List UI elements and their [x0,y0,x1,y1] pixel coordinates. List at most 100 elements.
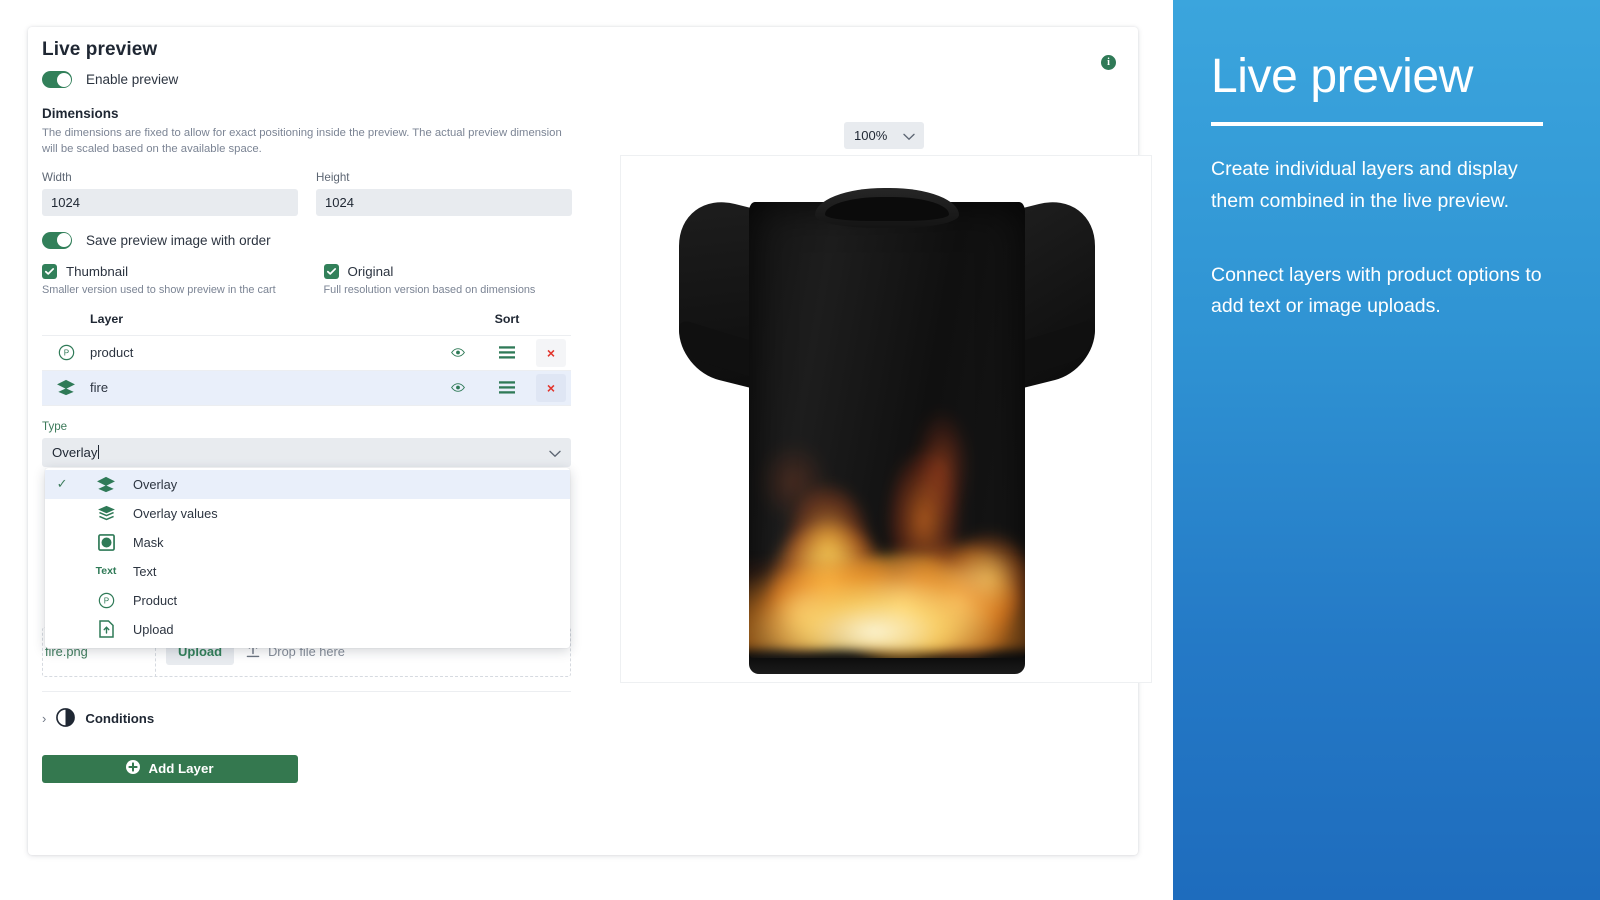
text-icon-label: Text [95,565,117,578]
original-checkbox[interactable] [323,263,339,279]
drag-handle-icon[interactable] [483,381,531,394]
conditions-section[interactable]: › Conditions [42,707,587,730]
zoom-select[interactable]: 100% [844,122,924,149]
original-group: Original Full resolution version based o… [323,263,588,296]
dropdown-option-label: Mask [133,534,164,550]
tshirt-shape [679,166,1095,674]
check-icon [44,267,55,275]
save-preview-toggle[interactable] [42,231,72,249]
chevron-right-icon: › [42,711,47,727]
mask-icon [79,533,133,551]
fire-base-glow [749,560,1025,650]
width-input[interactable]: 1024 [42,188,298,216]
delete-layer-cell: × [531,373,571,402]
enable-preview-toggle[interactable] [42,71,72,88]
product-circle-icon: P [79,592,133,609]
fire-overlay-layer [749,402,1025,660]
thumbnail-label: Thumbnail [66,263,129,279]
dimensions-fields: Width 1024 Height 1024 [42,171,587,216]
dropdown-option-product[interactable]: P Product [45,586,570,615]
header-sort: Sort [494,311,520,326]
tshirt-collar-inner [825,197,949,221]
height-input[interactable]: 1024 [316,188,572,216]
save-preview-row[interactable]: Save preview image with order [42,231,587,249]
width-field-group: Width 1024 [42,171,298,216]
toggle-knob [56,233,71,248]
tshirt-hem [749,658,1025,674]
svg-text:P: P [63,349,68,358]
dropdown-option-mask[interactable]: Mask [45,528,570,557]
contrast-icon [56,707,76,730]
layer-table-header: Layer Sort [42,312,571,336]
check-icon [326,267,336,275]
live-preview-card: i Live preview Enable preview Dimensions… [28,27,1152,855]
thumbnail-checkbox[interactable] [42,263,57,279]
save-preview-label: Save preview image with order [86,232,271,248]
dropdown-option-label: Upload [133,621,174,637]
thumbnail-row[interactable]: Thumbnail [42,263,306,279]
conditions-label: Conditions [85,711,155,727]
chevron-down-icon [903,129,915,144]
thumbnail-hint: Smaller version used to show preview in … [42,283,276,296]
svg-text:P: P [103,596,108,605]
layer-table: Layer Sort P product × fire × [42,312,571,406]
eye-icon[interactable] [433,382,483,393]
original-row[interactable]: Original [323,263,588,279]
chevron-down-icon [549,446,561,461]
delete-layer-cell: × [531,338,571,367]
promo-paragraph-1: Create individual layers and display the… [1211,158,1518,212]
dropdown-option-overlay[interactable]: ✓ Overlay [45,469,570,499]
drag-handle-icon[interactable] [483,346,531,359]
settings-column: Live preview Enable preview Dimensions T… [42,39,587,783]
text-icon: Text [79,565,133,577]
type-label: Type [42,419,68,433]
layers-filled-icon [79,476,133,493]
dropdown-option-overlay-values[interactable]: Overlay values [45,499,570,528]
width-label: Width [42,170,72,184]
type-select[interactable]: Overlay [42,437,571,467]
enable-preview-label: Enable preview [86,72,179,87]
layers-lines-icon [79,505,133,521]
original-label: Original [347,263,394,279]
product-circle-icon: P [42,344,90,361]
layer-name: product [90,345,134,361]
promo-paragraph-2: Connect layers with product options to a… [1211,263,1542,318]
dropdown-option-text[interactable]: Text Text [45,557,570,586]
layer-name: fire [90,380,109,396]
zoom-value: 100% [854,128,888,143]
eye-icon[interactable] [433,347,483,358]
dropdown-option-label: Text [133,563,157,579]
original-hint: Full resolution version based on dimensi… [323,283,536,296]
delete-layer-button[interactable]: × [536,338,566,367]
dimensions-hint: The dimensions are fixed to allow for ex… [42,127,562,156]
promo-panel: Live preview Create individual layers an… [1173,0,1600,900]
dropdown-option-label: Overlay [133,476,178,492]
live-preview-canvas[interactable] [620,155,1152,683]
table-row[interactable]: P product × [42,336,571,371]
preview-pane: 100% [593,27,1152,855]
text-caret [98,445,100,460]
check-icon: ✓ [56,476,68,492]
plus-circle-icon [126,760,141,777]
delete-layer-button[interactable]: × [536,373,566,402]
promo-title: Live preview [1211,50,1473,103]
dimensions-heading: Dimensions [42,106,119,121]
dropdown-option-label: Product [133,592,178,608]
dropdown-option-label: Overlay values [133,505,218,521]
app-root: i Live preview Enable preview Dimensions… [0,0,1600,900]
tshirt-artwork [621,156,1151,682]
height-field-group: Height 1024 [316,171,572,216]
add-layer-label: Add Layer [148,761,214,777]
dropdown-option-upload[interactable]: Upload [45,615,570,644]
promo-rule [1211,122,1543,127]
add-layer-button[interactable]: Add Layer [42,754,298,783]
thumbnail-group: Thumbnail Smaller version used to show p… [42,263,306,296]
page-title: Live preview [42,39,158,60]
table-row[interactable]: fire × [42,370,571,406]
header-layer: Layer [90,311,124,326]
divider [42,690,571,692]
height-label: Height [316,170,350,184]
enable-preview-row[interactable]: Enable preview [42,71,587,88]
type-field-group: Type Overlay ✓ Overlay Overlay values Ma… [42,419,571,648]
type-dropdown-menu[interactable]: ✓ Overlay Overlay values Mask Text Text … [45,467,570,648]
